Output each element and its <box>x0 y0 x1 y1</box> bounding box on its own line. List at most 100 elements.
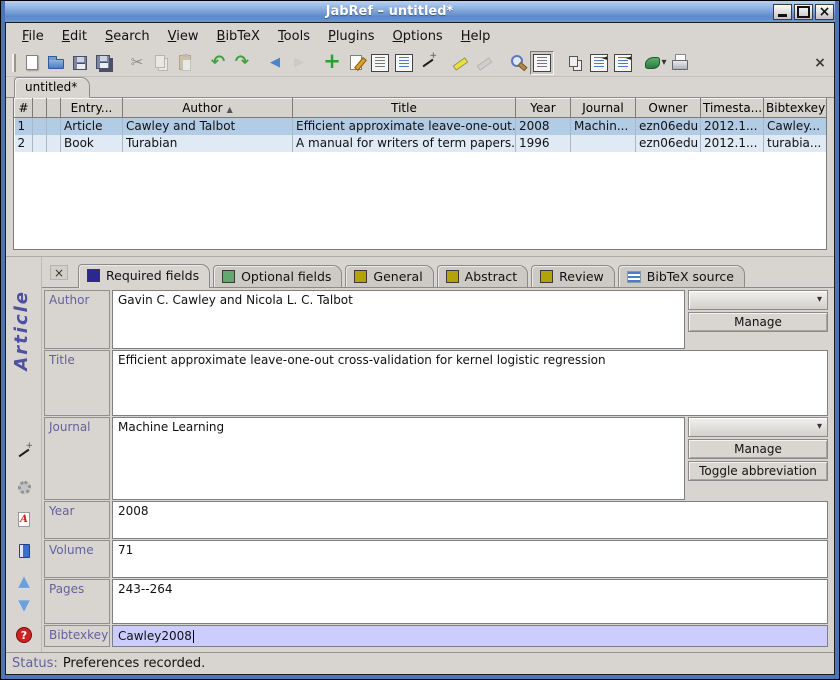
column-header-owner[interactable]: Owner <box>636 99 701 118</box>
close-entry-editor-icon[interactable]: × <box>50 265 68 280</box>
menu-help[interactable]: Help <box>453 26 499 47</box>
menu-tools[interactable]: Tools <box>270 26 318 47</box>
openoffice-dropdown-icon: ▾ <box>661 58 666 68</box>
year-field-input[interactable]: 2008 <box>112 501 828 539</box>
menu-options[interactable]: Options <box>385 26 451 47</box>
jabref-window: JabRef – untitled* × File Edit Search Vi… <box>0 0 840 680</box>
pages-field-input[interactable]: 243--264 <box>112 579 828 624</box>
column-header-title[interactable]: Title <box>293 99 516 118</box>
tab-general[interactable]: General <box>345 265 433 287</box>
toggle-preview-icon[interactable] <box>530 51 554 75</box>
unmark-entries-icon[interactable] <box>473 51 497 75</box>
column-header-year[interactable]: Year <box>516 99 571 118</box>
general-icon <box>354 270 367 283</box>
database-tab-bar: untitled* <box>6 77 834 98</box>
toolbar: ✂ ↶ ↷ ◀ ▶ + ▾ <box>6 49 834 77</box>
cut-icon[interactable]: ✂ <box>125 51 149 75</box>
author-field-input[interactable]: Gavin C. Cawley and Nicola L. C. Talbot <box>112 290 685 349</box>
menu-view[interactable]: View <box>160 26 207 47</box>
search-icon[interactable] <box>506 51 530 75</box>
close-pane-icon[interactable]: × <box>808 51 832 75</box>
edit-entry-icon[interactable] <box>344 51 368 75</box>
paste-icon[interactable] <box>173 51 197 75</box>
autoset-gear-icon[interactable] <box>14 477 34 497</box>
menu-plugins[interactable]: Plugins <box>320 26 383 47</box>
chevron-down-icon: ▾ <box>817 295 822 305</box>
previous-entry-icon[interactable]: ▲ <box>14 571 34 591</box>
save-database-icon[interactable] <box>68 51 92 75</box>
push-to-openoffice-icon[interactable]: ▾ <box>644 51 668 75</box>
tab-required-fields[interactable]: Required fields <box>78 264 210 288</box>
column-header-entrytype[interactable]: Entry... <box>61 99 123 118</box>
next-entry-icon[interactable]: ▼ <box>14 595 34 615</box>
volume-field-input[interactable]: 71 <box>112 540 828 578</box>
copy-icon[interactable] <box>149 51 173 75</box>
new-entry-icon[interactable]: + <box>320 51 344 75</box>
menu-file[interactable]: File <box>14 26 52 47</box>
mark-entries-icon[interactable] <box>449 51 473 75</box>
menu-bibtex[interactable]: BibTeX <box>209 26 268 47</box>
entry-editor-tabs: × Required fields Optional fields Genera… <box>42 257 834 288</box>
push-to-winedt-icon[interactable] <box>611 51 635 75</box>
bibtexkey-field-label: Bibtexkey <box>44 625 110 647</box>
manage-button[interactable]: Manage <box>688 439 828 459</box>
entry-editor-main: × Required fields Optional fields Genera… <box>42 257 834 652</box>
column-header-timestamp[interactable]: Timesta... <box>701 99 764 118</box>
table-row[interactable]: 1 Article Cawley and Talbot Efficient ap… <box>15 118 827 135</box>
column-header-bibtexkey[interactable]: Bibtexkey <box>764 99 827 118</box>
column-header-icon2[interactable] <box>47 99 61 118</box>
new-database-icon[interactable] <box>20 51 44 75</box>
edit-strings-icon[interactable] <box>392 51 416 75</box>
open-pdf-icon[interactable]: A <box>14 509 34 529</box>
menu-search[interactable]: Search <box>97 26 158 47</box>
status-bar: Status: Preferences recorded. <box>6 652 834 674</box>
column-header-num[interactable]: # <box>15 99 33 118</box>
toolbar-handle[interactable] <box>12 54 16 72</box>
back-icon[interactable]: ◀ <box>263 51 287 75</box>
entry-type-label[interactable]: Article <box>11 290 32 371</box>
column-header-journal[interactable]: Journal <box>571 99 636 118</box>
edit-preamble-icon[interactable] <box>368 51 392 75</box>
push-to-lyx-icon[interactable] <box>587 51 611 75</box>
title-field-input[interactable]: Efficient approximate leave-one-out cros… <box>112 350 828 416</box>
toggle-abbreviation-button[interactable]: Toggle abbreviation <box>688 461 828 481</box>
close-icon[interactable]: × <box>815 4 834 20</box>
generate-bibtexkey-wand-icon[interactable] <box>14 443 34 463</box>
title-field-label: Title <box>44 350 110 416</box>
author-word-combobox[interactable]: ▾ <box>688 290 828 310</box>
minimize-icon[interactable] <box>773 4 792 20</box>
undo-icon[interactable]: ↶ <box>206 51 230 75</box>
manage-button[interactable]: Manage <box>688 312 828 332</box>
titlebar[interactable]: JabRef – untitled* × <box>5 1 835 22</box>
window-content: File Edit Search View BibTeX Tools Plugi… <box>5 22 835 675</box>
journal-field-input[interactable]: Machine Learning <box>112 417 685 500</box>
open-url-book-icon[interactable] <box>14 541 34 561</box>
bibtex-source-icon <box>627 271 641 283</box>
required-fields-form: Author Gavin C. Cawley and Nicola L. C. … <box>42 288 834 652</box>
column-header-icon1[interactable] <box>33 99 47 118</box>
maximize-icon[interactable] <box>794 4 813 20</box>
optional-fields-icon <box>222 270 235 283</box>
volume-field-label: Volume <box>44 540 110 578</box>
save-all-icon[interactable] <box>92 51 116 75</box>
cleanup-wand-icon[interactable] <box>416 51 440 75</box>
table-row[interactable]: 2 Book Turabian A manual for writers of … <box>15 135 827 152</box>
open-database-icon[interactable] <box>44 51 68 75</box>
copy-citation-icon[interactable] <box>563 51 587 75</box>
push-to-application-icon[interactable] <box>668 51 692 75</box>
redo-icon[interactable]: ↷ <box>230 51 254 75</box>
help-icon[interactable]: ? <box>14 625 34 645</box>
status-message: Preferences recorded. <box>63 656 206 671</box>
tab-abstract[interactable]: Abstract <box>437 265 528 287</box>
forward-icon[interactable]: ▶ <box>287 51 311 75</box>
tab-optional-fields[interactable]: Optional fields <box>213 265 342 287</box>
tab-bibtex-source[interactable]: BibTeX source <box>618 265 745 287</box>
column-header-author[interactable]: Author▲ <box>123 99 293 118</box>
menu-edit[interactable]: Edit <box>54 26 95 47</box>
bibtexkey-field-input[interactable]: Cawley2008 <box>112 625 828 647</box>
tab-review[interactable]: Review <box>531 265 615 287</box>
entry-type-panel: Article A ▲ ▼ ? <box>6 257 42 652</box>
window-title: JabRef – untitled* <box>6 4 773 19</box>
tab-untitled[interactable]: untitled* <box>14 77 90 98</box>
journal-word-combobox[interactable]: ▾ <box>688 417 828 437</box>
